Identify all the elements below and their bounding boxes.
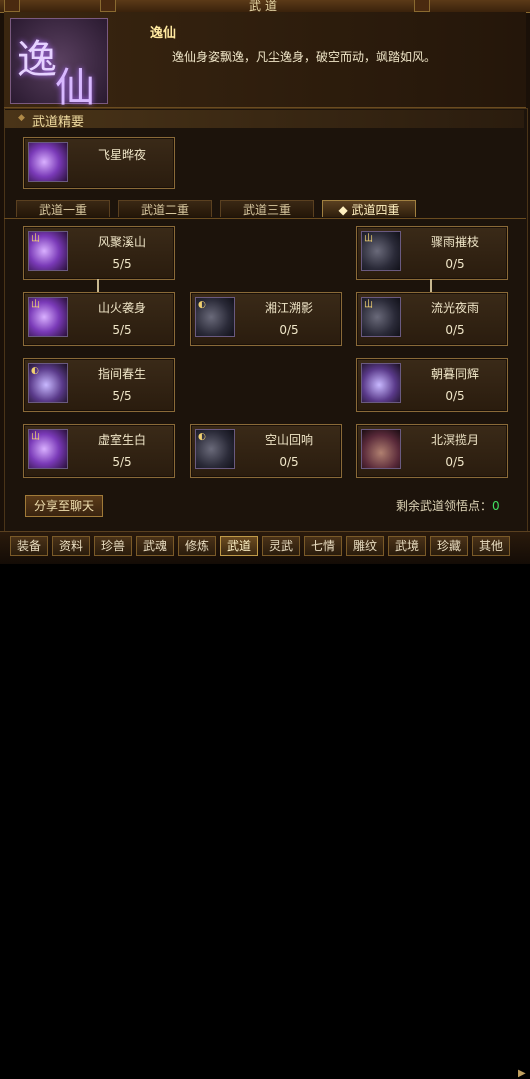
skill-name: 朝暮同辉 bbox=[430, 367, 479, 381]
skill-name: 指间春生 bbox=[97, 367, 146, 381]
skill-card[interactable]: 北溟揽月 0/5 bbox=[356, 424, 508, 478]
skill-name: 骤雨摧枝 bbox=[430, 235, 479, 249]
skill-level: 5/5 bbox=[112, 323, 132, 337]
dark-moon-icon: ◐ bbox=[195, 297, 235, 337]
remaining-points: 剩余武道领悟点：0 bbox=[396, 497, 500, 514]
bottom-tab-pets[interactable]: 珍兽 bbox=[94, 536, 132, 556]
skill-level: 0/5 bbox=[445, 323, 465, 337]
school-emblem: 逸 仙 bbox=[10, 18, 108, 111]
rank-icon: 山 bbox=[31, 432, 41, 442]
emblem-char-1: 逸 bbox=[17, 37, 57, 83]
essentials-section-title: ◆ 武道精要 bbox=[4, 110, 524, 130]
purple-fan-icon: 山 bbox=[28, 297, 68, 337]
share-to-chat-button[interactable]: 分享至聊天 bbox=[25, 495, 103, 517]
essential-skill-card[interactable]: 飞星晔夜 bbox=[23, 137, 175, 189]
skill-level: 0/5 bbox=[279, 323, 299, 337]
skill-card[interactable]: ◐ 空山回响 0/5 bbox=[190, 424, 342, 478]
tab-level-4-label: 武道四重 bbox=[351, 203, 400, 217]
school-name: 逸仙 bbox=[150, 26, 177, 41]
moon-fan-icon: ◐ bbox=[28, 363, 68, 403]
skill-connector bbox=[430, 279, 432, 293]
dark-fan-icon: 山 bbox=[361, 231, 401, 271]
rank-icon: 山 bbox=[31, 234, 41, 244]
bottom-tab-equipment[interactable]: 装备 bbox=[10, 536, 48, 556]
bottom-tab-spirit-weapon[interactable]: 灵武 bbox=[262, 536, 300, 556]
rank-icon: 山 bbox=[364, 234, 374, 244]
diamond-icon: ◆ bbox=[18, 113, 25, 123]
skill-card[interactable]: 朝暮同辉 0/5 bbox=[356, 358, 508, 412]
window-deco-right bbox=[414, 0, 430, 12]
level-tabs: 武道一重 武道二重 武道三重 ◆ 武道四重 bbox=[4, 198, 526, 219]
moon-badge-icon: ◐ bbox=[198, 432, 206, 442]
skill-name: 湘江溯影 bbox=[264, 301, 313, 315]
skill-level: 0/5 bbox=[445, 389, 465, 403]
skill-name: 北溟揽月 bbox=[430, 433, 479, 447]
skill-level: 5/5 bbox=[112, 257, 132, 271]
bottom-tab-martial-way[interactable]: 武道 bbox=[220, 536, 258, 556]
skill-card[interactable]: 山 流光夜雨 0/5 bbox=[356, 292, 508, 346]
window-deco-left bbox=[100, 0, 116, 12]
skill-card[interactable]: 山 虚室生白 5/5 bbox=[23, 424, 175, 478]
moon-badge-icon: ◐ bbox=[31, 366, 39, 376]
skill-card[interactable]: 山 骤雨摧枝 0/5 bbox=[356, 226, 508, 280]
bottom-tab-realm[interactable]: 武境 bbox=[388, 536, 426, 556]
bottom-tab-martial-soul[interactable]: 武魂 bbox=[136, 536, 174, 556]
skill-level: 0/5 bbox=[445, 455, 465, 469]
skill-name: 流光夜雨 bbox=[430, 301, 479, 315]
bottom-tab-collection[interactable]: 珍藏 bbox=[430, 536, 468, 556]
skill-card[interactable]: ◐ 指间春生 5/5 bbox=[23, 358, 175, 412]
bottom-tab-cultivation[interactable]: 修炼 bbox=[178, 536, 216, 556]
purple-fan-icon: 山 bbox=[28, 429, 68, 469]
emblem-char-2: 仙 bbox=[55, 65, 95, 111]
school-description: 逸仙身姿飘逸，凡尘逸身，破空而动，飒踏如风。 bbox=[172, 50, 437, 64]
remaining-points-label: 剩余武道领悟点： bbox=[396, 499, 493, 513]
skill-card[interactable]: 山 山火袭身 5/5 bbox=[23, 292, 175, 346]
skill-level: 0/5 bbox=[445, 257, 465, 271]
rank-icon: 山 bbox=[364, 300, 374, 310]
dark-moon-icon: ◐ bbox=[195, 429, 235, 469]
remaining-points-value: 0 bbox=[492, 499, 500, 513]
moon-figure-icon bbox=[361, 363, 401, 403]
tab-level-4[interactable]: ◆ 武道四重 bbox=[322, 200, 416, 217]
skill-name: 风聚溪山 bbox=[97, 235, 146, 249]
tab-level-2[interactable]: 武道二重 bbox=[118, 200, 212, 217]
bottom-tab-profile[interactable]: 资料 bbox=[52, 536, 90, 556]
moon-badge-icon: ◐ bbox=[198, 300, 206, 310]
red-figure-icon bbox=[361, 429, 401, 469]
skill-level: 0/5 bbox=[279, 455, 299, 469]
bottom-tab-other[interactable]: 其他 bbox=[472, 536, 510, 556]
skill-name: 空山回响 bbox=[264, 433, 313, 447]
dark-fan-icon: 山 bbox=[361, 297, 401, 337]
scroll-arrow-icon[interactable]: ▶ bbox=[518, 1068, 526, 1079]
school-header: 逸 仙 逸仙 逸仙身姿飘逸，凡尘逸身，破空而动，飒踏如风。 bbox=[4, 12, 526, 111]
skill-connector bbox=[97, 279, 99, 293]
skill-level: 5/5 bbox=[112, 389, 132, 403]
skill-name: 虚室生白 bbox=[97, 433, 146, 447]
bottom-tab-bar: 装备 资料 珍兽 武魂 修炼 武道 灵武 七情 雕纹 武境 珍藏 其他 ▶ bbox=[0, 531, 530, 1079]
skill-name: 山火袭身 bbox=[97, 301, 146, 315]
purple-fan-icon: 山 bbox=[28, 231, 68, 271]
skill-card[interactable]: 山 风聚溪山 5/5 bbox=[23, 226, 175, 280]
bottom-tab-emotions[interactable]: 七情 bbox=[304, 536, 342, 556]
tab-level-3[interactable]: 武道三重 bbox=[220, 200, 314, 217]
essentials-title: 武道精要 bbox=[32, 115, 85, 130]
bottom-tab-carving[interactable]: 雕纹 bbox=[346, 536, 384, 556]
rank-icon: 山 bbox=[31, 300, 41, 310]
purple-fan-icon bbox=[28, 142, 68, 182]
game-window: 武道 逸 仙 逸仙 逸仙身姿飘逸，凡尘逸身，破空而动，飒踏如风。 ◆ 武道精要 … bbox=[0, 0, 530, 1079]
skill-level: 5/5 bbox=[112, 455, 132, 469]
skill-card[interactable]: ◐ 湘江溯影 0/5 bbox=[190, 292, 342, 346]
essential-skill-name: 飞星晔夜 bbox=[97, 148, 146, 162]
tab-level-1[interactable]: 武道一重 bbox=[16, 200, 110, 217]
